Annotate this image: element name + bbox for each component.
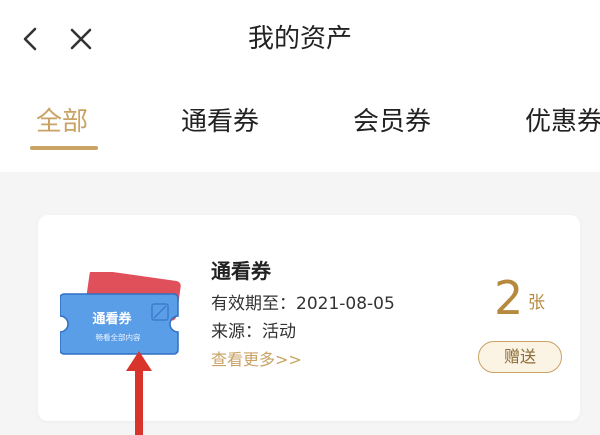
active-tab-indicator [30,146,98,150]
header-bar: 我的资产 [0,0,600,80]
tab-coupon[interactable]: 优惠券 [525,104,600,140]
ticket-name: 通看券 [211,259,271,283]
source-text: 来源：活动 [211,322,296,342]
ticket-image-label: 通看券 [92,311,132,327]
tab-all[interactable]: 全部 [36,104,88,140]
ticket-count: 2 [494,271,524,325]
gift-button[interactable]: 赠送 [478,341,562,373]
tab-bar: 全部 通看券 会员券 优惠券 [0,80,600,172]
page-title: 我的资产 [247,24,352,54]
validity-text: 有效期至：2021-08-05 [211,294,395,314]
tab-member-ticket[interactable]: 会员券 [353,104,431,140]
ticket-image-sublabel: 畅看全部内容 [96,332,141,342]
view-more-link[interactable]: 查看更多>> [211,348,302,372]
ticket-count-unit: 张 [528,293,545,313]
annotation-arrow-icon [126,351,152,435]
tab-pass-ticket[interactable]: 通看券 [181,104,259,140]
